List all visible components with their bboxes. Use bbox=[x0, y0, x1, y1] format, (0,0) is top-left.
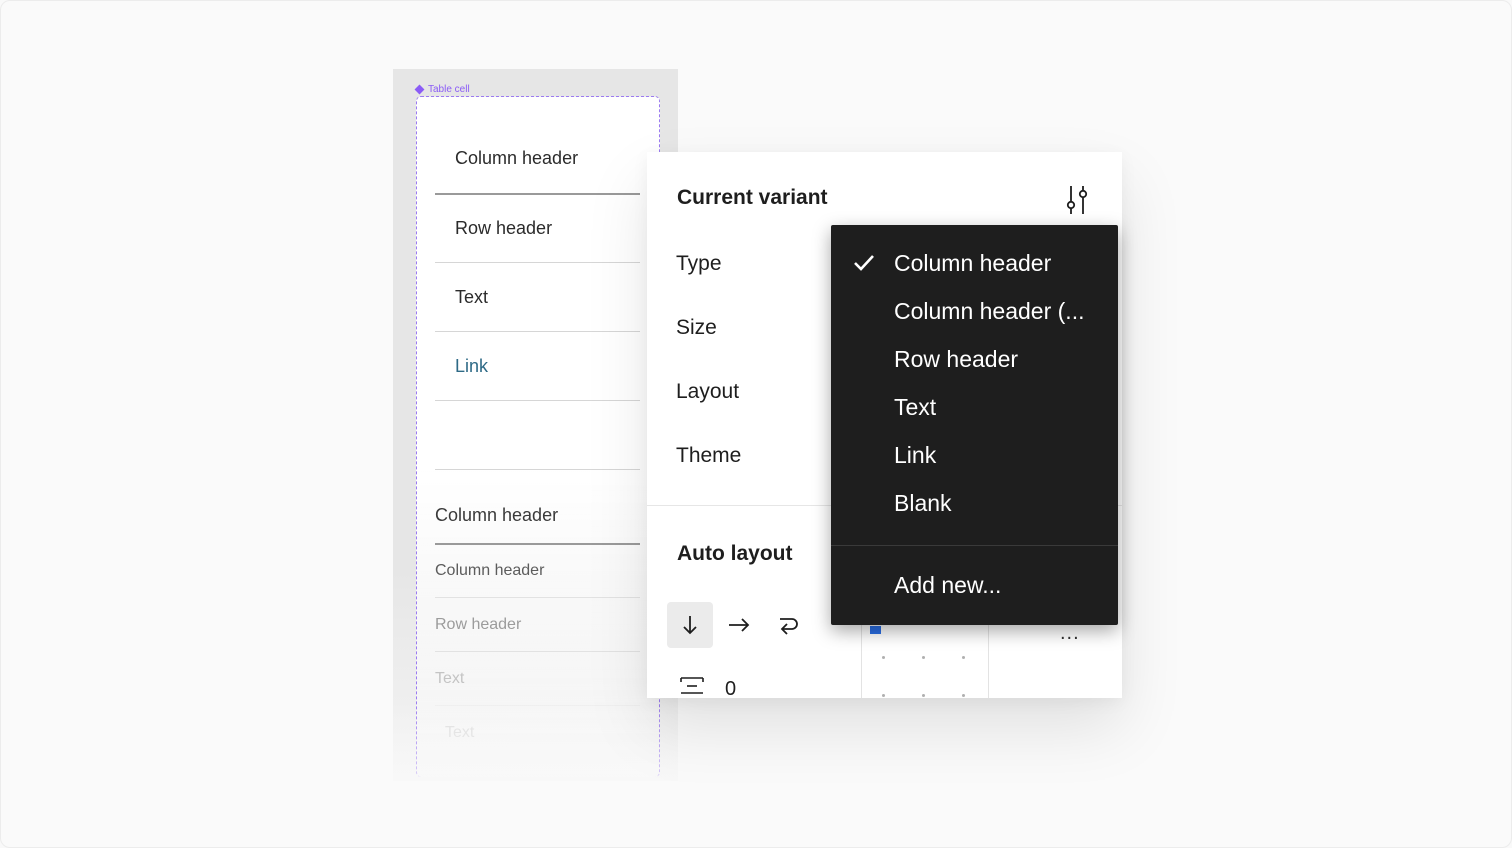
table-cell-text[interactable]: Text bbox=[435, 263, 640, 332]
alignment-dot[interactable] bbox=[962, 694, 965, 697]
current-variant-title: Current variant bbox=[677, 186, 828, 209]
cell-text: Text bbox=[435, 669, 465, 687]
menu-item-label: Link bbox=[894, 441, 937, 468]
menu-item-add-new[interactable]: Add new... bbox=[831, 561, 1118, 609]
menu-item-label: Blank bbox=[894, 489, 952, 516]
alignment-grid[interactable] bbox=[861, 622, 989, 698]
table-cell-column-header[interactable]: Column header bbox=[435, 124, 640, 195]
alignment-marker bbox=[870, 626, 881, 634]
table-cell-blank[interactable] bbox=[435, 401, 640, 470]
component-set-label[interactable]: Table cell bbox=[414, 82, 470, 96]
table-cell-row-header-small[interactable]: Row header bbox=[435, 598, 640, 652]
cell-text: Column header bbox=[435, 561, 545, 579]
direction-vertical-button[interactable] bbox=[667, 602, 713, 648]
direction-wrap-button[interactable] bbox=[764, 602, 810, 648]
cell-text: Column header bbox=[435, 504, 559, 525]
type-dropdown-menu: Column header Column header (... Row hea… bbox=[831, 225, 1118, 625]
cell-text: Row header bbox=[435, 615, 522, 633]
menu-item-row-header[interactable]: Row header bbox=[831, 335, 1118, 383]
menu-item-label: Column header (... bbox=[894, 297, 1085, 324]
menu-item-label: Add new... bbox=[894, 571, 1002, 598]
vertical-spacing-icon bbox=[679, 675, 705, 695]
table-cell-column-header-small[interactable]: Column header bbox=[435, 487, 640, 545]
table-cell-row-header[interactable]: Row header bbox=[435, 194, 640, 263]
property-theme-label: Theme bbox=[676, 444, 742, 467]
cell-text: Text bbox=[445, 723, 475, 741]
page-frame: Table cell Column header Row header Text… bbox=[0, 0, 1512, 848]
menu-item-label: Text bbox=[894, 393, 937, 420]
table-cell-column-header-small[interactable]: Column header bbox=[435, 544, 640, 598]
alignment-dot[interactable] bbox=[962, 656, 965, 659]
check-icon bbox=[854, 255, 874, 271]
menu-item-column-header-variant[interactable]: Column header (... bbox=[831, 287, 1118, 335]
alignment-dot[interactable] bbox=[882, 656, 885, 659]
table-cell-link[interactable]: Link bbox=[435, 332, 640, 401]
property-size-label: Size bbox=[676, 316, 717, 339]
component-name: Table cell bbox=[428, 83, 470, 95]
property-layout-label: Layout bbox=[676, 380, 740, 403]
arrow-right-icon bbox=[729, 618, 750, 632]
alignment-dot[interactable] bbox=[922, 656, 925, 659]
menu-divider bbox=[831, 545, 1118, 546]
cell-text: Column header bbox=[455, 148, 579, 168]
cell-link-text: Link bbox=[455, 355, 489, 376]
menu-item-label: Column header bbox=[894, 249, 1052, 276]
alignment-dot[interactable] bbox=[922, 694, 925, 697]
cell-text: Row header bbox=[455, 217, 553, 238]
property-type-label: Type bbox=[676, 252, 722, 275]
auto-layout-title: Auto layout bbox=[677, 542, 793, 565]
more-options-button[interactable]: ... bbox=[1060, 622, 1080, 645]
menu-item-link[interactable]: Link bbox=[831, 431, 1118, 479]
table-cell-text-small[interactable]: Text bbox=[435, 706, 640, 759]
menu-item-text[interactable]: Text bbox=[831, 383, 1118, 431]
cell-text: Text bbox=[455, 286, 489, 307]
alignment-dot[interactable] bbox=[882, 694, 885, 697]
component-diamond-icon bbox=[414, 84, 425, 94]
menu-item-column-header[interactable]: Column header bbox=[831, 239, 1118, 287]
menu-item-blank[interactable]: Blank bbox=[831, 479, 1118, 527]
direction-horizontal-button[interactable] bbox=[716, 602, 762, 648]
arrow-down-icon bbox=[683, 616, 697, 635]
menu-item-label: Row header bbox=[894, 345, 1019, 372]
table-cell-text-small[interactable]: Text bbox=[435, 652, 640, 706]
wrap-icon bbox=[780, 618, 798, 635]
item-spacing-input[interactable]: 0 bbox=[725, 678, 736, 698]
sliders-icon[interactable] bbox=[1062, 184, 1092, 216]
